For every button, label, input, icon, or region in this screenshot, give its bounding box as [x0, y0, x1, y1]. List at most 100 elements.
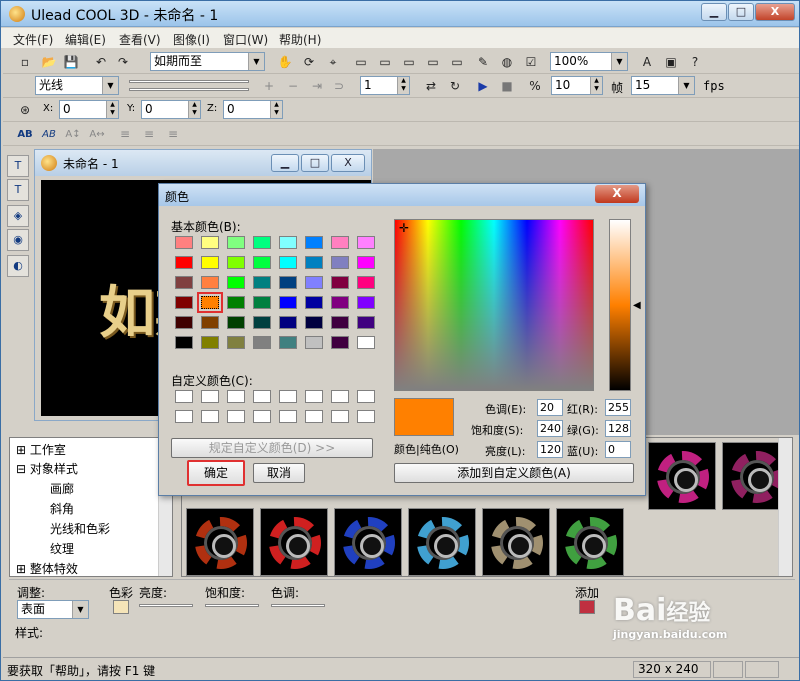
edit-text-icon[interactable]: T	[7, 179, 29, 201]
custom-color-swatch[interactable]	[357, 390, 375, 403]
check-icon[interactable]: ☑	[521, 52, 541, 72]
play-icon[interactable]: ▶	[473, 76, 493, 96]
basic-color-swatch[interactable]	[197, 292, 223, 313]
menu-image[interactable]: 图像(I)	[173, 31, 210, 48]
tree-item-light-color[interactable]: 光线和色彩	[50, 520, 110, 537]
select-icon[interactable]: ⌖	[323, 52, 343, 72]
basic-color-swatch[interactable]	[201, 276, 219, 289]
close-button[interactable]: X	[755, 3, 795, 21]
menu-file[interactable]: 文件(F)	[13, 31, 53, 48]
thumbnail[interactable]	[556, 508, 624, 576]
menu-window[interactable]: 窗口(W)	[223, 31, 268, 48]
thumbnail[interactable]	[260, 508, 328, 576]
frame-count-input[interactable]: 10 ▲ ▼	[551, 76, 603, 95]
basic-color-swatch[interactable]	[227, 336, 245, 349]
view2-icon[interactable]: ▭	[375, 52, 395, 72]
new-icon[interactable]: ▫	[15, 52, 35, 72]
basic-color-swatch[interactable]	[305, 296, 323, 309]
luminance-arrow-icon[interactable]: ◀	[633, 300, 641, 311]
custom-color-swatch[interactable]	[201, 410, 219, 423]
custom-color-swatch[interactable]	[279, 390, 297, 403]
redo-icon[interactable]: ↷	[113, 52, 133, 72]
object-icon[interactable]: ◉	[7, 229, 29, 251]
tree-item-studio[interactable]: ⊞ 工作室	[16, 441, 66, 458]
luminance-input[interactable]: 120	[537, 441, 563, 458]
gallery-scrollbar[interactable]	[778, 438, 792, 576]
hue-input[interactable]: 20	[537, 399, 563, 416]
basic-color-swatch[interactable]	[253, 316, 271, 329]
menu-help[interactable]: 帮助(H)	[279, 31, 321, 48]
custom-color-swatch[interactable]	[279, 410, 297, 423]
frame-input[interactable]: 1 ▲ ▼	[360, 76, 410, 95]
open-icon[interactable]: 📂	[39, 52, 59, 72]
menu-view[interactable]: 查看(V)	[119, 31, 161, 48]
basic-color-swatch[interactable]	[175, 336, 193, 349]
basic-color-swatch[interactable]	[331, 236, 349, 249]
custom-color-swatch[interactable]	[201, 390, 219, 403]
surface-combo[interactable]: 表面 ▼	[17, 600, 89, 619]
basic-color-swatch[interactable]	[227, 276, 245, 289]
add-keyframe-icon[interactable]: +	[259, 76, 279, 96]
minimize-button[interactable]: ▁	[701, 3, 727, 21]
basic-color-swatch[interactable]	[279, 336, 297, 349]
hue-slider[interactable]	[271, 604, 325, 607]
tree-item-texture[interactable]: 纹理	[50, 540, 74, 557]
view4-icon[interactable]: ▭	[423, 52, 443, 72]
basic-color-swatch[interactable]	[175, 256, 193, 269]
position-icon[interactable]: ⊛	[15, 100, 35, 120]
hand-icon[interactable]: ✋	[275, 52, 295, 72]
basic-color-swatch[interactable]	[305, 276, 323, 289]
loop-icon[interactable]: ↻	[445, 76, 465, 96]
insert-text-icon[interactable]: T	[7, 155, 29, 177]
reverse-icon[interactable]: ⊃	[329, 76, 349, 96]
thumbnail[interactable]	[334, 508, 402, 576]
basic-color-swatch[interactable]	[331, 276, 349, 289]
timeline-slider[interactable]	[129, 80, 249, 83]
custom-color-swatch[interactable]	[331, 390, 349, 403]
insert-object-icon[interactable]: ◈	[7, 205, 29, 227]
green-input[interactable]: 128	[605, 420, 631, 437]
percent-icon[interactable]: %	[525, 76, 545, 96]
timeline-range[interactable]	[129, 88, 249, 91]
doc-minimize-button[interactable]: ▁	[271, 154, 299, 172]
basic-color-swatch[interactable]	[279, 316, 297, 329]
split-icon[interactable]: ⇥	[307, 76, 327, 96]
basic-color-swatch[interactable]	[227, 316, 245, 329]
basic-color-swatch[interactable]	[305, 236, 323, 249]
brightness-slider[interactable]	[139, 604, 193, 607]
basic-color-swatch[interactable]	[253, 296, 271, 309]
doc-close-button[interactable]: X	[331, 154, 365, 172]
basic-color-swatch[interactable]	[201, 336, 219, 349]
custom-color-swatch[interactable]	[175, 390, 193, 403]
remove-keyframe-icon[interactable]: −	[283, 76, 303, 96]
stop-icon[interactable]: ■	[497, 76, 517, 96]
tree-item-global-effects[interactable]: ⊞ 整体特效	[16, 560, 78, 577]
thumbnail[interactable]	[648, 442, 716, 510]
help-pointer-icon[interactable]: ?	[685, 52, 705, 72]
add-icon[interactable]	[579, 600, 595, 614]
image-tool-icon[interactable]: ▣	[661, 52, 681, 72]
basic-color-swatch[interactable]	[279, 276, 297, 289]
custom-color-swatch[interactable]	[357, 410, 375, 423]
globe-icon[interactable]: ◍	[497, 52, 517, 72]
custom-color-swatch[interactable]	[331, 410, 349, 423]
x-input[interactable]: 0 ▲ ▼	[59, 100, 119, 119]
bold-icon[interactable]: AB	[15, 124, 35, 144]
rotate-object-icon[interactable]: ⟳	[299, 52, 319, 72]
dialog-close-button[interactable]: X	[595, 185, 639, 203]
basic-color-swatch[interactable]	[357, 336, 375, 349]
custom-color-swatch[interactable]	[305, 390, 323, 403]
basic-color-swatch[interactable]	[175, 296, 193, 309]
custom-color-swatch[interactable]	[305, 410, 323, 423]
basic-color-swatch[interactable]	[331, 316, 349, 329]
luminance-slider[interactable]	[609, 219, 631, 391]
basic-color-swatch[interactable]	[357, 316, 375, 329]
basic-color-swatch[interactable]	[331, 336, 349, 349]
align-left-icon[interactable]: ≡	[115, 124, 135, 144]
line-spacing-icon[interactable]: A↔	[87, 124, 107, 144]
basic-color-swatch[interactable]	[279, 236, 297, 249]
basic-color-swatch[interactable]	[227, 296, 245, 309]
basic-color-swatch[interactable]	[201, 256, 219, 269]
basic-color-swatch[interactable]	[175, 236, 193, 249]
basic-color-swatch[interactable]	[227, 256, 245, 269]
